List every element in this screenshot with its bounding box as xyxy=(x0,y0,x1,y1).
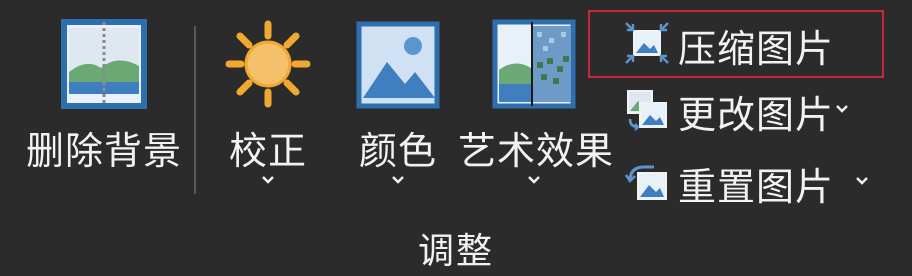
chevron-down-icon[interactable] xyxy=(834,101,850,117)
compress-pictures-label: 压缩图片 xyxy=(678,27,835,71)
change-picture-icon xyxy=(627,90,667,131)
reset-picture-icon xyxy=(624,165,667,200)
group-title: 调整 xyxy=(417,231,494,272)
change-picture-button[interactable]: 更改图片 xyxy=(620,80,890,138)
remove-background-button[interactable]: 删除背景 xyxy=(20,14,188,214)
compress-pictures-button[interactable]: 压缩图片 xyxy=(620,14,890,72)
group-separator xyxy=(194,26,196,194)
chevron-down-icon[interactable] xyxy=(854,173,870,189)
chevron-down-icon[interactable] xyxy=(390,172,406,188)
corrections-button[interactable]: 校正 xyxy=(218,14,318,214)
picture-color-icon xyxy=(355,18,441,110)
reset-picture-label: 重置图片 xyxy=(678,165,835,209)
color-button[interactable]: 颜色 xyxy=(346,14,450,214)
remove-background-icon xyxy=(61,18,147,110)
color-label: 颜色 xyxy=(358,129,437,173)
adjust-ribbon-group: 删除背景 校正 颜色 艺术效果 压缩图片 更改图片 重置图片 调整 xyxy=(0,0,912,276)
corrections-label: 校正 xyxy=(228,129,307,173)
chevron-down-icon[interactable] xyxy=(260,172,276,188)
chevron-down-icon[interactable] xyxy=(526,172,542,188)
artistic-effects-icon xyxy=(491,18,577,110)
reset-picture-button[interactable]: 重置图片 xyxy=(620,152,890,210)
sun-icon xyxy=(225,18,311,110)
compress-pictures-icon xyxy=(625,22,669,64)
change-picture-label: 更改图片 xyxy=(678,93,835,137)
artistic-effects-label: 艺术效果 xyxy=(458,129,615,173)
remove-background-label: 删除背景 xyxy=(25,129,182,173)
